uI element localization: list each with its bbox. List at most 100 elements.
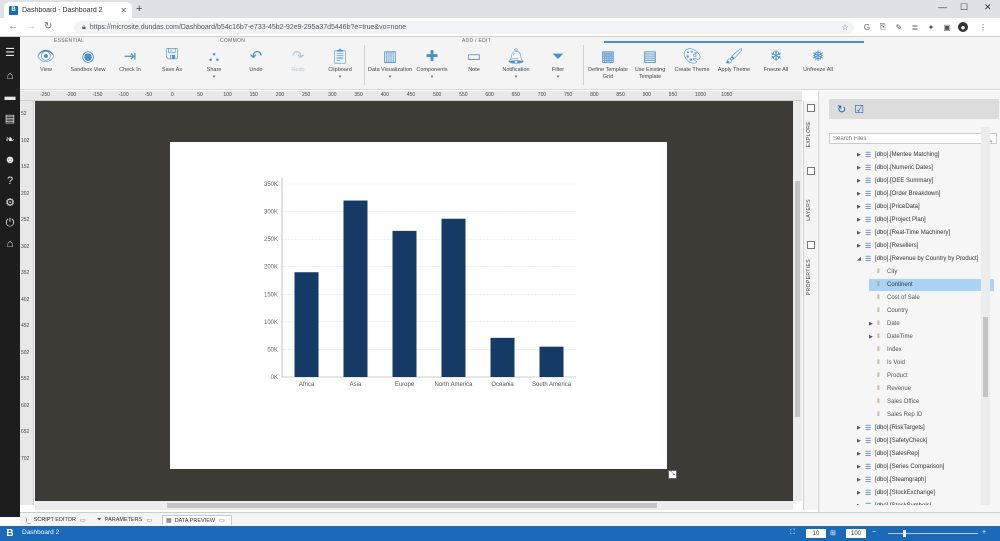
canvas-horizontal-scrollbar[interactable] xyxy=(35,501,793,510)
tree-table-item[interactable]: ▶ ☰ [dbo].[Order Breakdown] xyxy=(857,188,994,200)
zoom-out-icon[interactable]: − xyxy=(872,529,876,536)
collapsed-arrow-icon[interactable]: ▶ xyxy=(857,451,865,457)
bar-chart[interactable]: 0K 50K 100K 150K 200K 250K 300K 350K Africa Asia E… xyxy=(170,142,667,469)
minimize-icon[interactable]: — xyxy=(938,2,947,12)
tree-field-item[interactable]: ⦀ Cost of Sale xyxy=(869,292,994,304)
extension-square-icon[interactable]: ▣ xyxy=(942,22,952,32)
layers-tab-icon[interactable] xyxy=(807,167,815,175)
chart-bar[interactable] xyxy=(392,230,417,377)
collapsed-arrow-icon[interactable]: ▶ xyxy=(869,334,877,340)
redo-button[interactable]: ↷ Redo xyxy=(276,47,320,89)
collapsed-arrow-icon[interactable]: ▶ xyxy=(857,178,865,184)
canvas-vertical-scroll-thumb[interactable] xyxy=(795,181,800,417)
chart-bar[interactable] xyxy=(294,272,319,377)
notification-button[interactable]: 🔔︎ Notification ▾ xyxy=(494,47,538,89)
properties-tab-icon[interactable] xyxy=(807,241,815,249)
chart-bar[interactable] xyxy=(539,346,564,377)
dashboard-page[interactable]: 0K 50K 100K 150K 200K 250K 300K 350K Africa Asia E… xyxy=(170,142,667,469)
extension-list-icon[interactable]: ≣ xyxy=(910,22,920,32)
script-editor-expand-icon[interactable]: ▭ xyxy=(80,517,86,524)
zoom-slider[interactable] xyxy=(888,533,978,534)
extension-puzzle-icon[interactable]: ✦ xyxy=(926,22,936,32)
zoom-field[interactable]: 100 xyxy=(846,529,866,538)
view-button[interactable]: 👁︎ View xyxy=(24,47,68,89)
collapsed-arrow-icon[interactable]: ▶ xyxy=(857,230,865,236)
tree-field-item[interactable]: ▶ ⦀ DateTime xyxy=(869,331,994,343)
tree-field-item[interactable]: ⦀ Is Void xyxy=(869,357,994,369)
tree-field-item[interactable]: ⦀ Revenue xyxy=(869,383,994,395)
profile-avatar-icon[interactable]: ● xyxy=(958,22,968,32)
tree-table-item[interactable]: ▶ ☰ [dbo].[Series Comparison] xyxy=(857,461,994,473)
help-icon[interactable]: ? xyxy=(3,174,17,188)
check-select-icon[interactable]: ☑ xyxy=(854,103,864,116)
collapsed-arrow-icon[interactable]: ▶ xyxy=(869,321,877,327)
briefcase-icon[interactable]: ▬ xyxy=(3,90,17,104)
freeze-all-button[interactable]: ❄ Freeze All xyxy=(754,47,798,89)
explore-scrollbar[interactable] xyxy=(981,127,990,505)
tree-field-item[interactable]: ⦀ Product xyxy=(869,370,994,382)
document-icon[interactable]: ▤ xyxy=(3,111,17,125)
home-icon[interactable]: ⌂ xyxy=(3,69,17,83)
tree-table-item[interactable]: ◢ ☰ [dbo].[Revenue by Country by Product] xyxy=(857,253,994,265)
snap-icon[interactable]: ⊞ xyxy=(830,529,836,537)
tree-field-item[interactable]: ▶ ⦀ Date xyxy=(869,318,994,330)
collapsed-arrow-icon[interactable]: ▶ xyxy=(857,165,865,171)
tree-table-item[interactable]: ▶ ☰ [dbo].[Mentee Matching] xyxy=(857,149,994,161)
refresh-icon[interactable]: ↻ xyxy=(837,103,846,116)
maximize-icon[interactable]: ☐ xyxy=(960,2,968,13)
canvas-horizontal-scroll-thumb[interactable] xyxy=(167,503,657,508)
tab-explore[interactable]: EXPLORE xyxy=(806,121,812,147)
tree-table-item[interactable]: ▶ ☰ [dbo].[OEE Summary] xyxy=(857,175,994,187)
browser-menu-icon[interactable]: ⋮ xyxy=(978,22,988,32)
user-icon[interactable]: ☻ xyxy=(3,153,17,167)
grid-icon[interactable]: ⛶ xyxy=(790,529,795,537)
settings-gear-icon[interactable]: ⚙ xyxy=(3,195,17,209)
tree-table-item[interactable]: ▶ ☰ [dbo].[Real-Time Machinery] xyxy=(857,227,994,239)
collapsed-arrow-icon[interactable]: ▶ xyxy=(857,243,865,249)
tab-layers[interactable]: LAYERS xyxy=(806,199,812,221)
collapsed-arrow-icon[interactable]: ▶ xyxy=(857,425,865,431)
tree-table-item[interactable]: ▶ ☰ [dbo].[Project Plan] xyxy=(857,214,994,226)
forward-icon[interactable]: → xyxy=(26,21,36,32)
chart-bar[interactable] xyxy=(490,337,515,377)
apply-theme-button[interactable]: 🖌︎ Apply Theme xyxy=(712,47,756,89)
tree-field-item[interactable]: ⦀ Sales Office xyxy=(869,396,994,408)
tab-data-preview[interactable]: ▦ DATA PREVIEW ▭ xyxy=(162,515,232,525)
tree-field-item[interactable]: ⦀ Sales Rep ID xyxy=(869,409,994,421)
back-icon[interactable]: ← xyxy=(8,21,18,32)
sandbox-view-button[interactable]: ◉ Sandbox View xyxy=(66,47,110,89)
tree-table-item[interactable]: ▶ ☰ [dbo].[Steamgraph] xyxy=(857,474,994,486)
collapsed-arrow-icon[interactable]: ▶ xyxy=(857,490,865,496)
tree-table-item[interactable]: ▶ ☰ [dbo].[SalesRep] xyxy=(857,448,994,460)
expanded-arrow-icon[interactable]: ◢ xyxy=(857,256,865,262)
tree-table-item[interactable]: ▶☰[dbo].[StockSymbols] xyxy=(857,500,994,505)
filter-button[interactable]: ⏷ Filter ▾ xyxy=(536,47,580,89)
grid-size-field[interactable]: 10 xyxy=(806,529,826,538)
tab-close-icon[interactable]: ✕ xyxy=(120,6,127,15)
tree-table-item[interactable]: ▶ ☰ [dbo].[Resellers] xyxy=(857,240,994,252)
share-button[interactable]: ⛬ Share ▾ xyxy=(192,47,236,89)
collapsed-arrow-icon[interactable]: ▶ xyxy=(857,217,865,223)
components-button[interactable]: ✚ Components ▾ xyxy=(410,47,454,89)
window-close-icon[interactable]: ✕ xyxy=(984,2,992,13)
tree-table-item[interactable]: ▶ ☰ [dbo].[PriceData] xyxy=(857,201,994,213)
parameters-expand-icon[interactable]: ▭ xyxy=(146,517,152,524)
search-files-input[interactable] xyxy=(833,135,985,142)
tab-parameters[interactable]: ⏷ PARAMETERS ▭ xyxy=(94,515,158,525)
explore-leaf-icon[interactable]: ❧ xyxy=(3,132,17,146)
browser-tab[interactable]: B Dashboard - Dashboard 2 ✕ xyxy=(4,2,132,18)
tree-field-item[interactable]: ⦀ Index xyxy=(869,344,994,356)
tree-table-item[interactable]: ▶ ☰ [dbo].[RiskTargets] xyxy=(857,422,994,434)
create-theme-button[interactable]: 🎨︎ Create Theme xyxy=(670,47,714,89)
tree-field-item[interactable]: ⦀ Country xyxy=(869,305,994,317)
collapsed-arrow-icon[interactable]: ▶ xyxy=(857,191,865,197)
extension-link-icon[interactable]: ⎘ xyxy=(878,22,888,32)
explore-scroll-thumb[interactable] xyxy=(983,317,988,397)
save-as-button[interactable]: 🖫︎ Save As xyxy=(150,46,194,89)
page-resize-handle-icon[interactable]: ⤡ xyxy=(668,470,677,479)
zoom-slider-handle[interactable] xyxy=(903,530,906,537)
collapsed-arrow-icon[interactable]: ▶ xyxy=(857,464,865,470)
define-template-grid-button[interactable]: ▦ Define Template Grid xyxy=(586,47,630,89)
collapsed-arrow-icon[interactable]: ▶ xyxy=(857,204,865,210)
collapsed-arrow-icon[interactable]: ▶ xyxy=(857,477,865,483)
